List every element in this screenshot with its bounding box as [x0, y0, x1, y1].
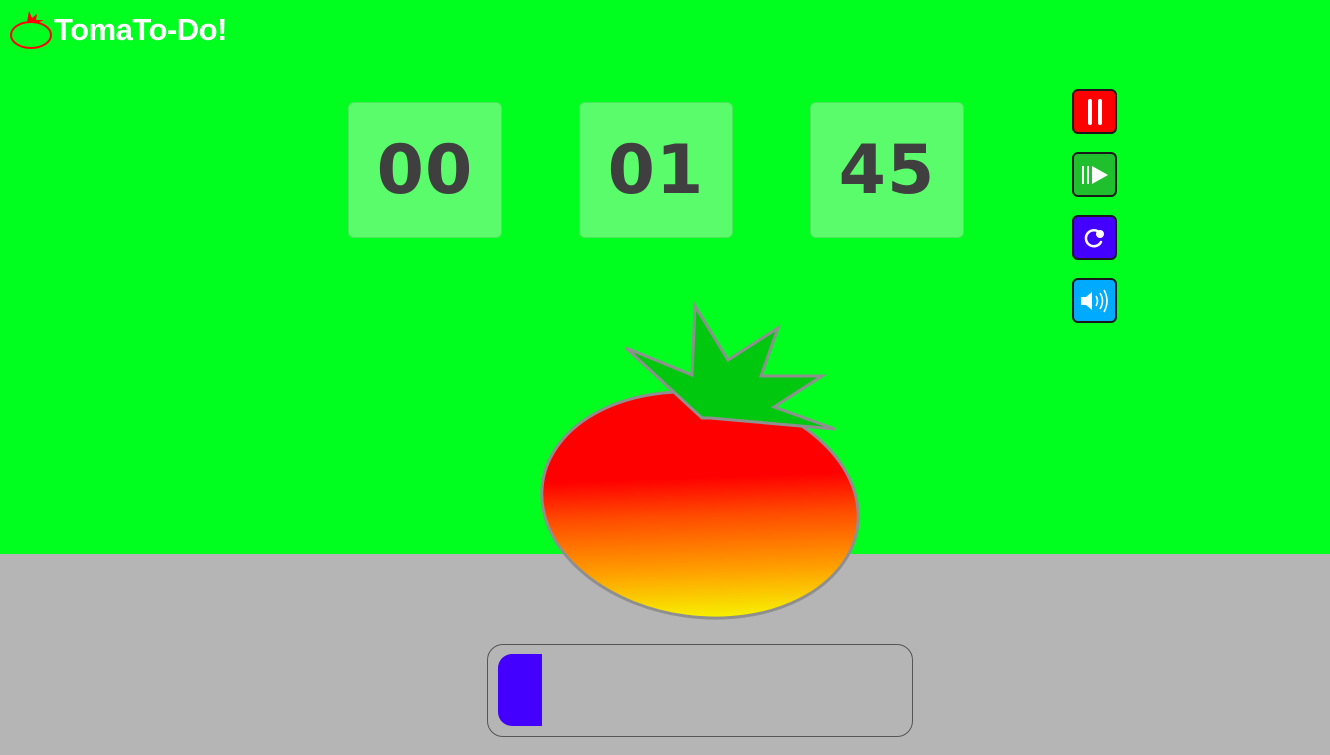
pause-icon [1087, 98, 1102, 125]
refresh-icon [1084, 228, 1104, 247]
timer-hours-box: 00 [348, 102, 502, 238]
sound-button[interactable] [1072, 278, 1117, 323]
reset-button[interactable] [1072, 215, 1117, 260]
app-title: TomaTo-Do! [54, 11, 227, 47]
tomato-outline-icon [10, 11, 52, 49]
timer-minutes: 01 [607, 130, 705, 210]
tomato-illustration [540, 301, 860, 620]
timer-seconds: 45 [838, 130, 936, 210]
progress-bar [487, 644, 913, 737]
skip-forward-icon [1081, 165, 1108, 184]
timer-seconds-box: 45 [810, 102, 964, 238]
brand-header: TomaTo-Do! [10, 8, 227, 52]
app-stage: TomaTo-Do! 00 01 45 [0, 0, 1330, 755]
volume-icon [1080, 289, 1108, 312]
progress-fill [498, 654, 543, 726]
pause-button[interactable] [1072, 89, 1117, 134]
timer-minutes-box: 01 [579, 102, 733, 238]
skip-button[interactable] [1072, 152, 1117, 197]
timer-hours: 00 [376, 130, 474, 210]
